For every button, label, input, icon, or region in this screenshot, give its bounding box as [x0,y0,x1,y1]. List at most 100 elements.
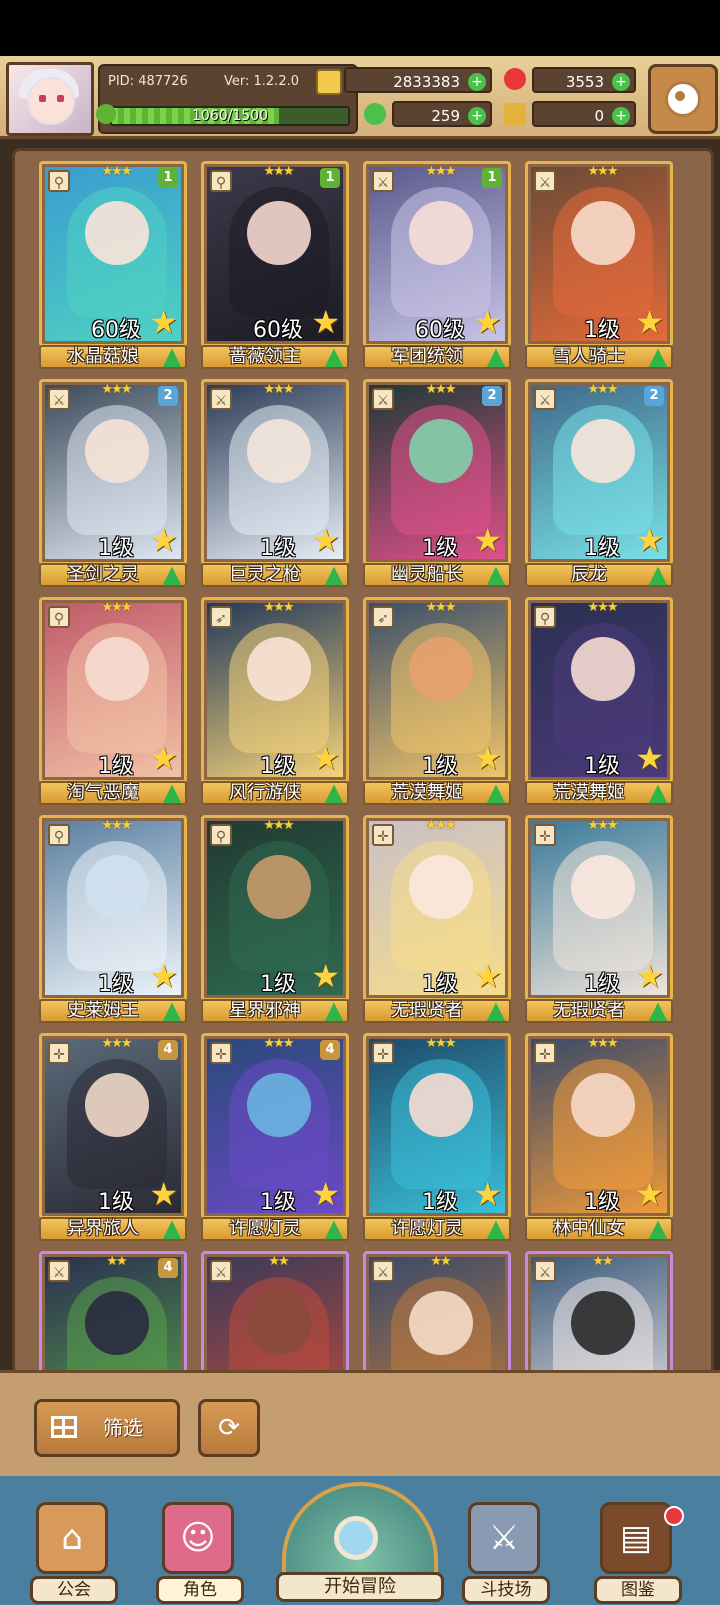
upgrade-arrow-icon[interactable]: ▲ [321,779,347,805]
gold-coin-icon [316,69,342,95]
avatar-eye [57,95,64,102]
hero-card[interactable]: ⚲ ★★★ 1级 ★ 史莱姆王 ▲ [39,815,187,1023]
hero-card[interactable]: ⚔ ★★★ 2 1级 ★ 圣剑之灵 ▲ [39,379,187,587]
hero-face [85,201,149,265]
hero-name: 异界旅人 [67,1218,139,1239]
upgrade-arrow-icon[interactable]: ▲ [483,561,509,587]
hero-name: 荒漠舞姬 [391,782,463,803]
nav-characters[interactable]: ☺ 角色 [156,1502,244,1605]
rarity-stars: ★★ [592,1254,613,1269]
star-icon: ★ [635,1175,664,1213]
hero-face [571,855,635,919]
star-icon: ★ [473,521,502,559]
upgrade-arrow-icon[interactable]: ▲ [645,1215,671,1241]
hero-card[interactable]: ⚲ ★★★ 1 60级 ★ 水晶菇娘 ▲ [39,161,187,369]
star-badge: 2 [158,386,178,406]
hero-face [571,419,635,483]
upgrade-arrow-icon[interactable]: ▲ [645,997,671,1023]
hero-card[interactable]: ⚲ ★★★ 1 60级 ★ 蔷薇领主 ▲ [201,161,349,369]
hero-card[interactable]: ⚲ ★★★ 1级 ★ 淘气恶魔 ▲ [39,597,187,805]
star-icon: ★ [473,303,502,341]
hero-card[interactable]: ⚔ ★★★ 1级 ★ 巨灵之枪 ▲ [201,379,349,587]
nav-guild[interactable]: ⌂ 公会 [30,1502,118,1605]
player-avatar[interactable] [6,62,94,136]
book-icon: ▤ [600,1502,672,1574]
hero-face [409,637,473,701]
star-icon: ★ [473,957,502,995]
card-frame: ✛ ★★★ 4 1级 ★ [201,1033,349,1219]
hero-card[interactable]: ✛ ★★★ 1级 ★ 林中仙女 ▲ [525,1033,673,1241]
swords-icon: ⚔ [468,1502,540,1574]
nav-arena[interactable]: ⚔ 斗技场 [462,1502,550,1605]
xp-text: 1060/1500 [192,108,268,124]
filter-button[interactable]: 筛选 [34,1399,180,1457]
hero-card[interactable]: ⚲ ★★★ 1级 ★ 星界邪神 ▲ [201,815,349,1023]
card-frame: ⚔ ★★★ 1级 ★ [201,379,349,565]
upgrade-arrow-icon[interactable]: ▲ [159,997,185,1023]
upgrade-arrow-icon[interactable]: ▲ [645,343,671,369]
add-key-button[interactable]: + [612,107,630,125]
hero-card[interactable]: ⚔ ★★ 4 [39,1251,187,1373]
hero-card[interactable]: ✛ ★★★ 4 1级 ★ 异界旅人 ▲ [39,1033,187,1241]
hero-face [409,1073,473,1137]
add-clover-button[interactable]: + [468,107,486,125]
star-icon: ★ [311,303,340,341]
hero-name: 无瑕贤者 [391,1000,463,1021]
app-root: PID: 487726 Ver: 1.2.2.0 1060/1500 28333… [0,0,720,1605]
rarity-stars: ★★★ [101,818,133,833]
star-badge: 2 [644,386,664,406]
clover-counter[interactable]: 259 + [392,101,492,127]
hero-card[interactable]: ➶ ★★★ 1级 ★ 风行游侠 ▲ [201,597,349,805]
settings-button[interactable] [648,64,718,134]
hero-card[interactable]: ⚔ ★★ [201,1251,349,1373]
hero-card[interactable]: ⚔ ★★ [363,1251,511,1373]
gem-counter[interactable]: 3553 + [532,67,636,93]
upgrade-arrow-icon[interactable]: ▲ [321,561,347,587]
star-icon: ★ [311,957,340,995]
start-adventure-button[interactable]: 开始冒险 [276,1480,444,1605]
upgrade-arrow-icon[interactable]: ▲ [483,997,509,1023]
hero-card[interactable]: ✛ ★★★ 1级 ★ 无瑕贤者 ▲ [525,815,673,1023]
upgrade-arrow-icon[interactable]: ▲ [645,561,671,587]
upgrade-arrow-icon[interactable]: ▲ [483,343,509,369]
upgrade-arrow-icon[interactable]: ▲ [645,779,671,805]
reset-filter-button[interactable]: ⟳ [198,1399,260,1457]
star-badge: 1 [320,168,340,188]
hero-card[interactable]: ⚔ ★★★ 1级 ★ 雪人骑士 ▲ [525,161,673,369]
hero-card[interactable]: ⚲ ★★★ 1级 ★ 荒漠舞姬 ▲ [525,597,673,805]
hero-card[interactable]: ⚔ ★★★ 2 1级 ★ 幽灵船长 ▲ [363,379,511,587]
upgrade-arrow-icon[interactable]: ▲ [321,343,347,369]
gold-counter[interactable]: 2833383 + [344,67,492,93]
card-frame: ⚔ ★★ 4 [39,1251,187,1373]
rarity-stars: ★★★ [587,818,619,833]
upgrade-arrow-icon[interactable]: ▲ [321,997,347,1023]
avatar-eye [39,95,46,102]
clover-icon [364,103,386,125]
add-gold-button[interactable]: + [468,73,486,91]
star-icon: ★ [311,739,340,777]
nav-guild-label: 公会 [30,1576,118,1604]
upgrade-arrow-icon[interactable]: ▲ [159,561,185,587]
hero-card[interactable]: ➶ ★★★ 1级 ★ 荒漠舞姬 ▲ [363,597,511,805]
hero-face [571,637,635,701]
card-frame: ⚔ ★★★ 2 1级 ★ [39,379,187,565]
upgrade-arrow-icon[interactable]: ▲ [483,779,509,805]
star-badge: 1 [158,168,178,188]
hero-card[interactable]: ⚔ ★★★ 2 1级 ★ 辰龙 ▲ [525,379,673,587]
upgrade-arrow-icon[interactable]: ▲ [321,1215,347,1241]
upgrade-arrow-icon[interactable]: ▲ [159,779,185,805]
add-gem-button[interactable]: + [612,73,630,91]
hero-card[interactable]: ⚔ ★★ [525,1251,673,1373]
hero-face [85,419,149,483]
hero-face [247,419,311,483]
upgrade-arrow-icon[interactable]: ▲ [159,1215,185,1241]
rarity-stars: ★★★ [587,1036,619,1051]
upgrade-arrow-icon[interactable]: ▲ [159,343,185,369]
hero-card[interactable]: ✛ ★★★ 1级 ★ 许愿灯灵 ▲ [363,1033,511,1241]
hero-card[interactable]: ✛ ★★★ 1级 ★ 无瑕贤者 ▲ [363,815,511,1023]
hero-card[interactable]: ✛ ★★★ 4 1级 ★ 许愿灯灵 ▲ [201,1033,349,1241]
upgrade-arrow-icon[interactable]: ▲ [483,1215,509,1241]
hero-card[interactable]: ⚔ ★★★ 1 60级 ★ 军团统领 ▲ [363,161,511,369]
rarity-stars: ★★ [268,1254,289,1269]
key-counter[interactable]: 0 + [532,101,636,127]
